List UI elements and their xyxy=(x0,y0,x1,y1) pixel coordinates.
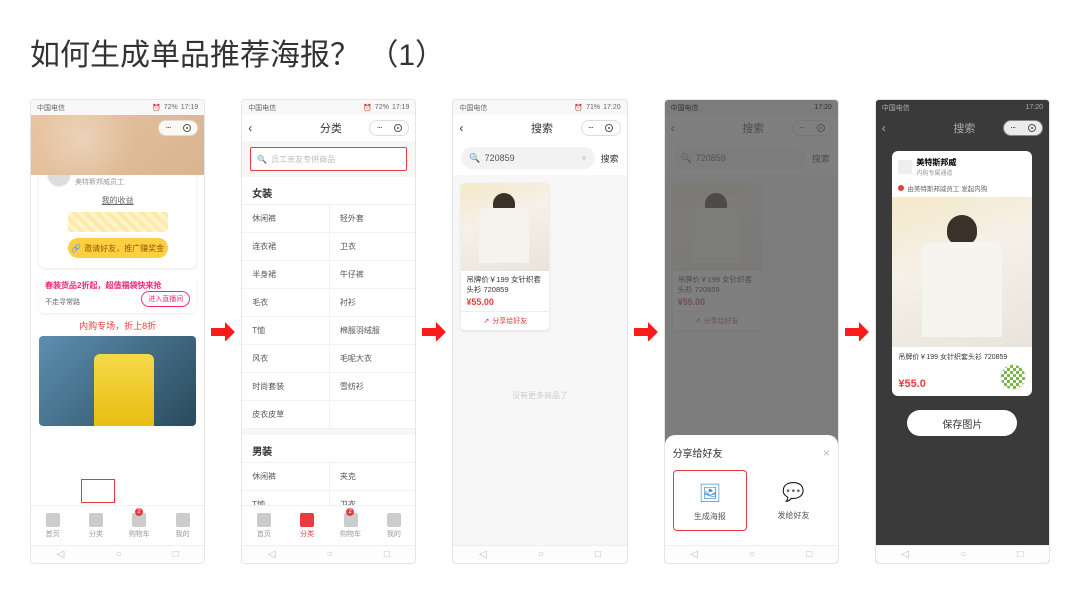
brand-subtitle: 内购专属通道 xyxy=(916,168,956,177)
share-to-friend-button[interactable]: ↗ 分享给好友 xyxy=(461,311,549,330)
product-price: ¥55.00 xyxy=(461,297,549,311)
enter-live-button[interactable]: 进入直播间 xyxy=(141,291,190,307)
poster-preview: 美特斯邦威 内购专属通道 由美特斯邦威员工 发起内购 吊牌价￥199 女针织套头… xyxy=(892,151,1032,396)
tab-cart[interactable]: 购物车2 xyxy=(329,506,372,545)
category-cell[interactable]: 卫衣 xyxy=(329,491,416,505)
category-cell[interactable]: 毛衣 xyxy=(242,289,329,317)
search-appbar: ‹ 搜索 ··· xyxy=(453,115,626,141)
brand-logo xyxy=(898,160,912,174)
android-nav: ◁○□ xyxy=(876,545,1049,563)
tab-cart[interactable]: 购物车2 xyxy=(118,506,161,545)
clear-icon[interactable]: × xyxy=(581,153,586,163)
search-input[interactable]: 🔍 720859× xyxy=(461,147,594,169)
poster-appbar: ‹ 搜索 ··· xyxy=(876,115,1049,141)
phone-step-3: 中国电信 ⏰71%17:20 ‹ 搜索 ··· 🔍 720859× 搜索 吊牌价… xyxy=(452,99,627,564)
product-banner[interactable] xyxy=(39,336,196,426)
section-men: 男装 xyxy=(242,435,415,463)
initiator-line: 由美特斯邦威员工 发起内购 xyxy=(892,183,1032,197)
category-cell[interactable]: 连衣裙 xyxy=(242,233,329,261)
poster-product-price: ¥55.0 xyxy=(898,378,926,390)
highlight-category-tab xyxy=(81,479,115,503)
category-cell[interactable]: 时尚套装 xyxy=(242,373,329,401)
category-cell[interactable]: 休闲裤 xyxy=(242,205,329,233)
home-appbar: ··· xyxy=(31,115,204,141)
category-cell[interactable]: 夹克 xyxy=(329,463,416,491)
share-sheet: 分享给好友 × 🖼 生成海报 💬 发给好友 xyxy=(665,435,838,545)
category-cell[interactable] xyxy=(329,401,416,429)
phone-step-5: 中国电信 17:20 ‹ 搜索 ··· 美特斯邦威 内购专属通道 xyxy=(875,99,1050,564)
arrow-icon xyxy=(845,322,869,342)
search-input[interactable]: 🔍 员工亲友专供商品 xyxy=(250,147,407,171)
my-earnings-link[interactable]: 我的收益 xyxy=(47,195,188,206)
miniprogram-capsule[interactable]: ··· xyxy=(369,120,409,136)
android-nav: ◁○□ xyxy=(31,545,204,563)
miniprogram-capsule[interactable]: ··· xyxy=(581,120,621,136)
earnings-amount-blurred xyxy=(68,212,168,232)
product-name: 吊牌价￥199 女针织套头衫 720859 xyxy=(461,271,549,297)
promo-title: 春装货品2折起，超值福袋快来抢 xyxy=(45,280,190,291)
product-card[interactable]: 吊牌价￥199 女针织套头衫 720859 ¥55.00 ↗ 分享给好友 xyxy=(461,183,549,330)
section-header: 内购专场，折上8折 xyxy=(31,319,204,332)
brand-name: 美特斯邦威 xyxy=(916,158,956,167)
steps-row: 中国电信 ⏰72%17:19 ··· 碳晓 美特斯邦威员工 我的收益 xyxy=(30,99,1050,564)
status-bar: 中国电信 17:20 xyxy=(876,100,1049,115)
qr-code xyxy=(1000,364,1026,390)
no-more-items: 没有更多商品了 xyxy=(453,390,626,401)
category-cell[interactable]: 衬衫 xyxy=(329,289,416,317)
product-image xyxy=(461,183,549,271)
miniprogram-capsule[interactable]: ··· xyxy=(158,120,198,136)
generate-poster-option[interactable]: 🖼 生成海报 xyxy=(673,470,748,531)
slide-title: 如何生成单品推荐海报？ （1） xyxy=(30,30,1050,74)
tab-home[interactable]: 首页 xyxy=(242,506,285,545)
category-cell[interactable]: 半身裙 xyxy=(242,261,329,289)
arrow-icon xyxy=(211,322,235,342)
status-bar: 中国电信 ⏰71%17:20 xyxy=(453,100,626,115)
phone-step-2: 中国电信 ⏰72%17:19 ‹ 分类 ··· 🔍 员工亲友专供商品 女装 休闲… xyxy=(241,99,416,564)
tab-mine[interactable]: 我的 xyxy=(161,506,204,545)
category-cell[interactable]: 牛仔裤 xyxy=(329,261,416,289)
category-cell[interactable]: 雪纺衫 xyxy=(329,373,416,401)
promo-card[interactable]: 春装货品2折起，超值福袋快来抢 不走寻常路 进入直播间 xyxy=(39,274,196,313)
tab-home[interactable]: 首页 xyxy=(31,506,74,545)
search-go-button[interactable]: 搜索 xyxy=(601,152,619,165)
men-category-grid: 休闲裤夹克T恤卫衣棉服羽绒服 xyxy=(242,463,415,505)
status-bar: 中国电信 ⏰72%17:19 xyxy=(242,100,415,115)
invite-friend-button[interactable]: 🔗 邀请好友，推广赚奖金 xyxy=(68,238,168,258)
close-icon[interactable]: × xyxy=(823,446,830,460)
arrow-icon xyxy=(422,322,446,342)
status-bar: 中国电信 ⏰72%17:19 xyxy=(31,100,204,115)
android-nav: ◁○□ xyxy=(665,545,838,563)
category-cell[interactable]: 轻外套 xyxy=(329,205,416,233)
poster-product-name: 吊牌价￥199 女针织套头衫 720859 xyxy=(892,347,1032,364)
bottom-nav: 首页 分类 购物车2 我的 xyxy=(31,505,204,545)
tab-mine[interactable]: 我的 xyxy=(372,506,415,545)
poster-product-image xyxy=(892,197,1032,347)
category-cell[interactable]: 皮衣皮草 xyxy=(242,401,329,429)
phone-step-1: 中国电信 ⏰72%17:19 ··· 碳晓 美特斯邦威员工 我的收益 xyxy=(30,99,205,564)
android-nav: ◁○□ xyxy=(242,545,415,563)
women-category-grid: 休闲裤轻外套连衣裙卫衣半身裙牛仔裤毛衣衬衫T恤棉服羽绒服风衣毛呢大衣时尚套装雪纺… xyxy=(242,205,415,429)
send-wechat-option[interactable]: 💬 发给好友 xyxy=(757,470,830,531)
user-subtitle: 美特斯邦威员工 xyxy=(75,177,124,187)
category-cell[interactable]: 毛呢大衣 xyxy=(329,345,416,373)
category-cell[interactable]: 卫衣 xyxy=(329,233,416,261)
sheet-title: 分享给好友 xyxy=(673,445,723,460)
miniprogram-capsule[interactable]: ··· xyxy=(1003,120,1043,136)
android-nav: ◁○□ xyxy=(453,545,626,563)
category-cell[interactable]: 棉服羽绒服 xyxy=(329,317,416,345)
category-cell[interactable]: T恤 xyxy=(242,491,329,505)
section-women: 女装 xyxy=(242,177,415,205)
tab-category[interactable]: 分类 xyxy=(286,506,329,545)
bottom-nav: 首页 分类 购物车2 我的 xyxy=(242,505,415,545)
category-appbar: ‹ 分类 ··· xyxy=(242,115,415,141)
category-cell[interactable]: 休闲裤 xyxy=(242,463,329,491)
category-cell[interactable]: T恤 xyxy=(242,317,329,345)
tab-category[interactable]: 分类 xyxy=(74,506,117,545)
arrow-icon xyxy=(634,322,658,342)
save-image-button[interactable]: 保存图片 xyxy=(907,410,1017,436)
category-cell[interactable]: 风衣 xyxy=(242,345,329,373)
phone-step-4: 中国电信 17:20 ‹ 搜索 ··· 🔍 720859 搜索 吊牌价￥199 … xyxy=(664,99,839,564)
